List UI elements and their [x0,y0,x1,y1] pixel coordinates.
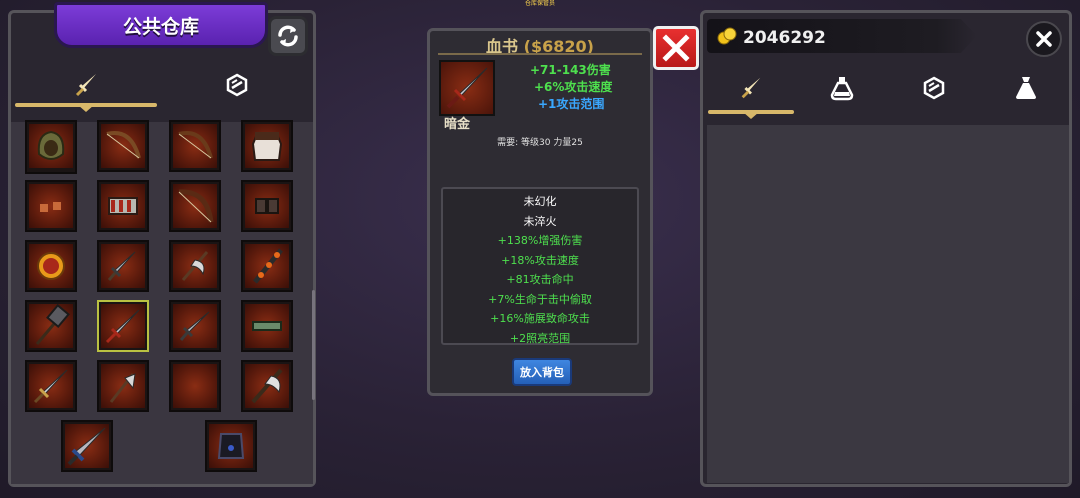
item-slot-bow[interactable] [169,120,221,172]
active-tab-caret [743,112,759,119]
item-slot-bow[interactable] [169,180,221,232]
item-requirement: 需要: 等级30 力量25 [497,138,583,148]
title-divider [438,53,642,55]
sword-icon [179,311,210,341]
hood-icon [37,130,65,160]
active-tab-caret [78,105,94,112]
mace-icon [253,248,283,284]
inventory-grid-empty [707,125,1069,483]
item-stat-line: +6%攻击速度 [534,80,613,94]
potion-icon [830,77,854,101]
tab-bag[interactable] [996,68,1056,108]
sword-icon [33,369,68,404]
bow-icon [178,189,214,223]
gem-icon [226,73,248,97]
sword-icon [75,74,96,97]
item-slot-sword[interactable] [25,360,77,412]
item-slot-belt[interactable] [241,300,293,352]
item-image [439,60,495,116]
item-attribute-line: +18%攻击速度 [501,253,579,267]
item-slot-hood[interactable] [25,120,77,174]
axe-icon [109,373,136,403]
hammer-icon [35,304,70,345]
tab-weapons[interactable] [56,64,116,106]
put-in-bag-button[interactable]: 放入背包 [512,358,572,386]
item-stat-line: +1攻击范围 [538,97,605,111]
storage-title: 公共仓库 [122,15,199,38]
refresh-icon [278,25,298,47]
gold-coins-icon [717,27,737,49]
item-slot-hammer[interactable] [25,300,77,352]
item-attribute-line: +16%施展致命攻击 [490,312,590,325]
item-attribute-line: +138%增强伤害 [497,234,583,247]
item-slot-bracer[interactable] [241,180,293,232]
storage-grid [11,120,313,484]
item-slot-selected-sword[interactable] [97,300,149,352]
chestplate-icon [251,132,283,161]
sword-icon [741,77,761,99]
item-slot-axe[interactable] [241,360,293,412]
sword-icon [105,309,140,344]
item-slot-axe[interactable] [97,360,149,412]
inventory-panel: 2046292 [700,10,1072,487]
item-slot-mace[interactable] [241,240,293,292]
armor-icon [217,433,245,459]
item-detail-card: 血书 ($6820) 暗金 +71-143伤害 +6%攻击速度 +1攻击范围 需要:… [427,28,653,396]
close-card-button[interactable] [653,26,699,70]
greatsword-icon [67,427,106,466]
gold-amount: 2046292 [743,28,826,48]
close-panel-button[interactable] [1026,21,1062,57]
bow-icon [178,131,213,159]
gem-icon [923,76,945,100]
item-slot-gloves[interactable] [25,180,77,232]
item-slot-empty[interactable] [169,360,221,412]
tab-weapons[interactable] [721,68,781,108]
sword-icon [107,251,136,281]
storage-title-banner: 公共仓库 [54,2,268,48]
bracer-icon [255,198,279,214]
item-attributes: 未幻化未淬火 +138%增强伤害 +18%攻击速度 +81攻击命中 +7%生命于击中偷取… [441,187,639,345]
item-slot-sword[interactable] [97,240,149,292]
refresh-button[interactable] [268,16,308,56]
bag-icon [1016,77,1036,99]
belt-icon [108,197,138,215]
item-slot-axe[interactable] [169,240,221,292]
item-attribute-line: +81攻击命中 [506,273,574,286]
axe-icon [181,251,209,281]
item-grade: 暗金 [444,117,471,132]
put-in-bag-label: 放入背包 [520,366,564,379]
belt-icon [252,321,282,331]
tab-gems[interactable] [207,64,267,106]
close-icon [1036,31,1052,47]
item-slot-greatsword[interactable] [61,420,113,472]
item-slot-chestplate[interactable] [241,120,293,172]
storage-scrollbar[interactable] [312,290,315,400]
item-stat-line: +71-143伤害 [530,63,611,77]
bow-icon [106,131,141,159]
item-slot-armor[interactable] [205,420,257,472]
gloves-icon [40,202,61,212]
storage-tab-bar [11,64,313,114]
item-attribute-line: 未淬火 [523,214,557,228]
inventory-tab-bar [706,68,1072,123]
sword-icon [446,67,488,109]
item-attribute-line: 未幻化 [523,195,557,208]
item-slot-sword[interactable] [169,300,221,352]
tab-gems[interactable] [904,68,964,108]
item-attribute-line: +7%生命于击中偷取 [488,292,592,306]
ring-icon [37,252,65,280]
item-slot-bow[interactable] [97,120,149,172]
item-slot-ring[interactable] [25,240,77,292]
item-slot-belt[interactable] [97,180,149,232]
close-icon [662,34,690,62]
tab-potions[interactable] [812,68,872,108]
item-attribute-line: +2照亮范围 [509,331,571,345]
axe-icon [251,368,283,404]
